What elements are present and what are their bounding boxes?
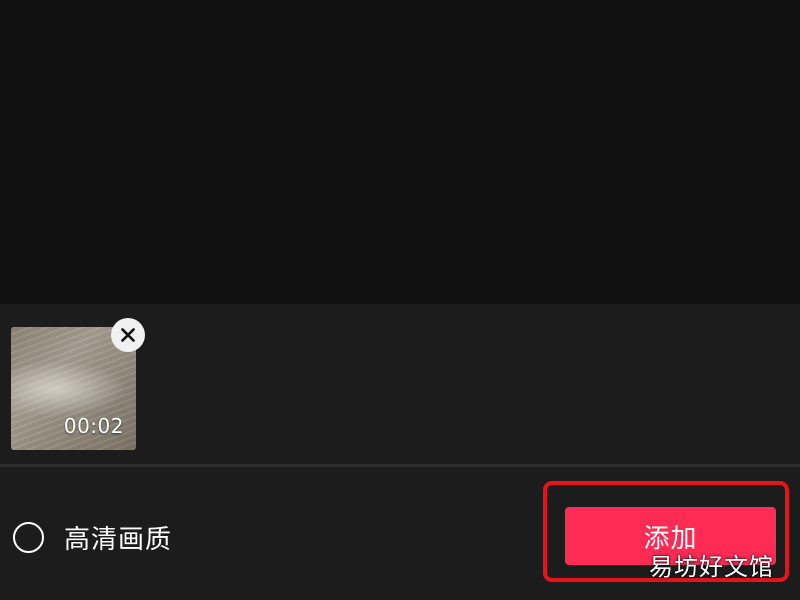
hd-quality-label: 高清画质 <box>64 524 173 555</box>
add-button[interactable]: 添加 <box>565 507 776 565</box>
remove-clip-button[interactable] <box>111 318 145 352</box>
preview-area <box>0 0 800 304</box>
hd-quality-option[interactable]: 高清画质 <box>13 518 172 556</box>
close-icon <box>121 328 135 342</box>
media-selection-screen: 00:02 高清画质 添加 易坊好文馆 <box>0 0 800 600</box>
clip-duration-label: 00:02 <box>63 414 124 438</box>
hd-quality-radio[interactable] <box>13 521 44 553</box>
